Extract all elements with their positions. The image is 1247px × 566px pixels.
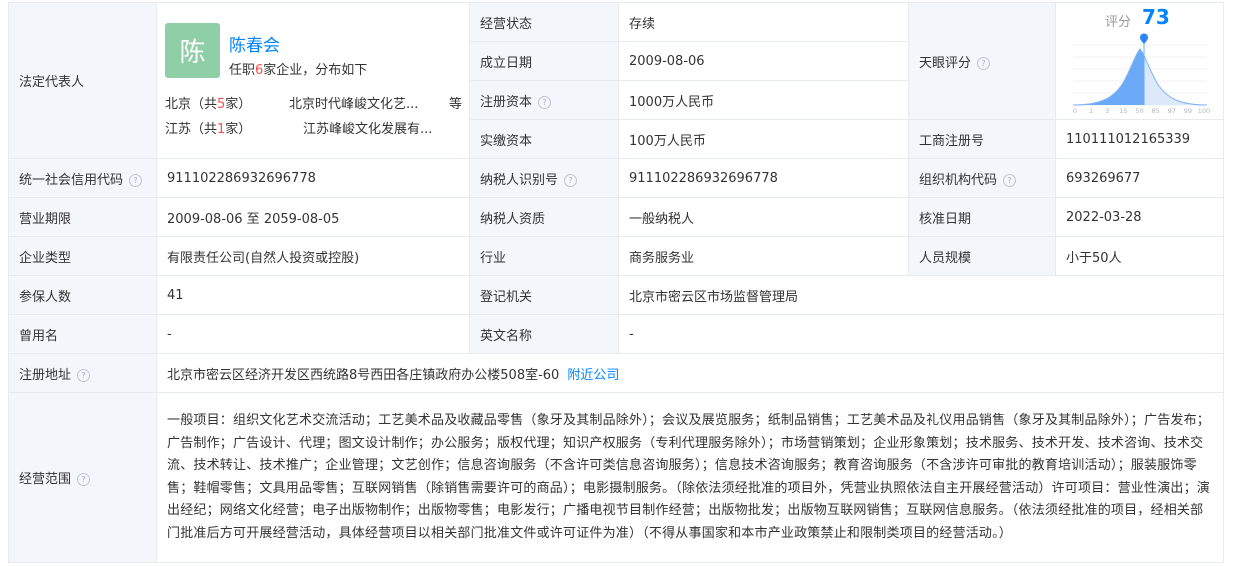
company-type-value: 有限责任公司(自然人投资或控股) xyxy=(156,236,470,276)
taxpayer-qual-label: 纳税人资质 xyxy=(469,197,619,237)
en-name-value: - xyxy=(618,314,1224,354)
taxpayer-id-value: 911102286932696778 xyxy=(618,158,909,198)
industry-label: 行业 xyxy=(469,236,619,276)
question-circle-icon[interactable]: ? xyxy=(77,473,91,486)
question-circle-icon[interactable]: ? xyxy=(129,173,143,187)
org-code-value: 693269677 xyxy=(1055,158,1224,198)
en-name-label: 英文名称 xyxy=(469,314,619,354)
found-date-label: 成立日期 xyxy=(469,41,619,81)
staff-value: 小于50人 xyxy=(1055,236,1224,276)
nearby-companies-link[interactable]: 附近公司 xyxy=(567,368,619,383)
period-label: 营业期限 xyxy=(8,197,157,237)
location-pin-icon xyxy=(1140,33,1148,44)
credit-code-label: 统一社会信用代码? xyxy=(8,158,157,198)
approve-date-label: 核准日期 xyxy=(908,197,1056,237)
question-circle-icon[interactable]: ? xyxy=(538,95,552,109)
score-distribution-chart: 0 1 3 15 50 85 97 99 100 xyxy=(1073,33,1210,115)
tianyan-score-cell[interactable]: 评分 73 0 1 3 15 50 85 97 99 100 xyxy=(1055,2,1224,120)
insured-label: 参保人数 xyxy=(8,275,157,315)
province-item-jiangsu[interactable]: 江苏（共1家） xyxy=(165,118,251,137)
reg-capital-value: 1000万人民币 xyxy=(618,80,909,120)
question-circle-icon[interactable]: ? xyxy=(977,56,991,70)
score-value: 73 xyxy=(1142,5,1170,29)
legal-rep-cell: 陈 陈春会 任职6家企业，分布如下 北京（共5家） 北京时代峰峻文化艺... 等… xyxy=(156,2,470,159)
score-tick-label: 85 xyxy=(1151,107,1159,115)
staff-label: 人员规模 xyxy=(908,236,1056,276)
score-tick-label: 100 xyxy=(1198,107,1210,115)
reg-capital-label: 注册资本? xyxy=(469,80,619,120)
paid-capital-label: 实缴资本 xyxy=(469,119,619,159)
legal-rep-description: 任职6家企业，分布如下 xyxy=(229,63,368,78)
found-date-value: 2009-08-06 xyxy=(618,41,909,81)
approve-date-value: 2022-03-28 xyxy=(1055,197,1224,237)
question-circle-icon[interactable]: ? xyxy=(564,173,578,187)
industry-value: 商务服务业 xyxy=(618,236,909,276)
province-item-beijing[interactable]: 北京（共5家） xyxy=(165,93,251,112)
reg-authority-value: 北京市密云区市场监督管理局 xyxy=(618,275,1224,315)
address-label: 注册地址? xyxy=(8,353,157,393)
legal-rep-name-link[interactable]: 陈春会 xyxy=(229,31,280,56)
credit-code-value: 911102286932696778 xyxy=(156,158,470,198)
former-name-label: 曾用名 xyxy=(8,314,157,354)
address-value: 北京市密云区经济开发区西统路8号西田各庄镇政府办公楼508室-60 附近公司 xyxy=(156,353,1224,393)
period-value: 2009-08-06 至 2059-08-05 xyxy=(156,197,470,237)
score-tick-label: 99 xyxy=(1184,107,1192,115)
question-circle-icon[interactable]: ? xyxy=(1003,173,1017,187)
score-tick-label: 15 xyxy=(1119,107,1127,115)
score-tick-label: 97 xyxy=(1168,107,1176,115)
org-code-label: 组织机构代码? xyxy=(908,158,1056,198)
score-tick-label: 0 xyxy=(1073,107,1077,115)
more-companies-text: 等 xyxy=(449,97,463,112)
score-label: 评分 xyxy=(1105,15,1132,30)
question-circle-icon[interactable]: ? xyxy=(77,368,91,382)
avatar[interactable]: 陈 xyxy=(165,23,220,78)
address-text: 北京市密云区经济开发区西统路8号西田各庄镇政府办公楼508室-60 xyxy=(167,367,560,383)
company-type-label: 企业类型 xyxy=(8,236,157,276)
insured-value: 41 xyxy=(156,275,470,315)
score-tick-label: 3 xyxy=(1105,107,1109,115)
biz-reg-no-label: 工商注册号 xyxy=(908,119,1056,159)
company-info-table: 法定代表人 陈 陈春会 任职6家企业，分布如下 北京（共5家） 北京时代峰峻文化… xyxy=(8,2,1224,563)
tianyan-score-label: 天眼评分? xyxy=(908,2,1056,120)
status-label: 经营状态 xyxy=(469,2,619,42)
province-company-beijing[interactable]: 北京时代峰峻文化艺... xyxy=(289,93,439,112)
legal-rep-label: 法定代表人 xyxy=(8,2,157,159)
province-company-jiangsu[interactable]: 江苏峰峻文化发展有... xyxy=(303,118,453,137)
former-name-value: - xyxy=(156,314,470,354)
score-tick-label: 1 xyxy=(1089,107,1093,115)
score-tick-label: 50 xyxy=(1135,107,1143,115)
business-scope-text: 一般项目：组织文化艺术交流活动；工艺美术品及收藏品零售（象牙及其制品除外）；会议… xyxy=(156,392,1224,563)
scope-label: 经营范围? xyxy=(8,392,157,563)
paid-capital-value: 100万人民币 xyxy=(618,119,909,159)
taxpayer-qual-value: 一般纳税人 xyxy=(618,197,909,237)
status-value: 存续 xyxy=(618,2,909,42)
reg-authority-label: 登记机关 xyxy=(469,275,619,315)
biz-reg-no-value: 110111012165339 xyxy=(1055,119,1224,159)
taxpayer-id-label: 纳税人识别号? xyxy=(469,158,619,198)
